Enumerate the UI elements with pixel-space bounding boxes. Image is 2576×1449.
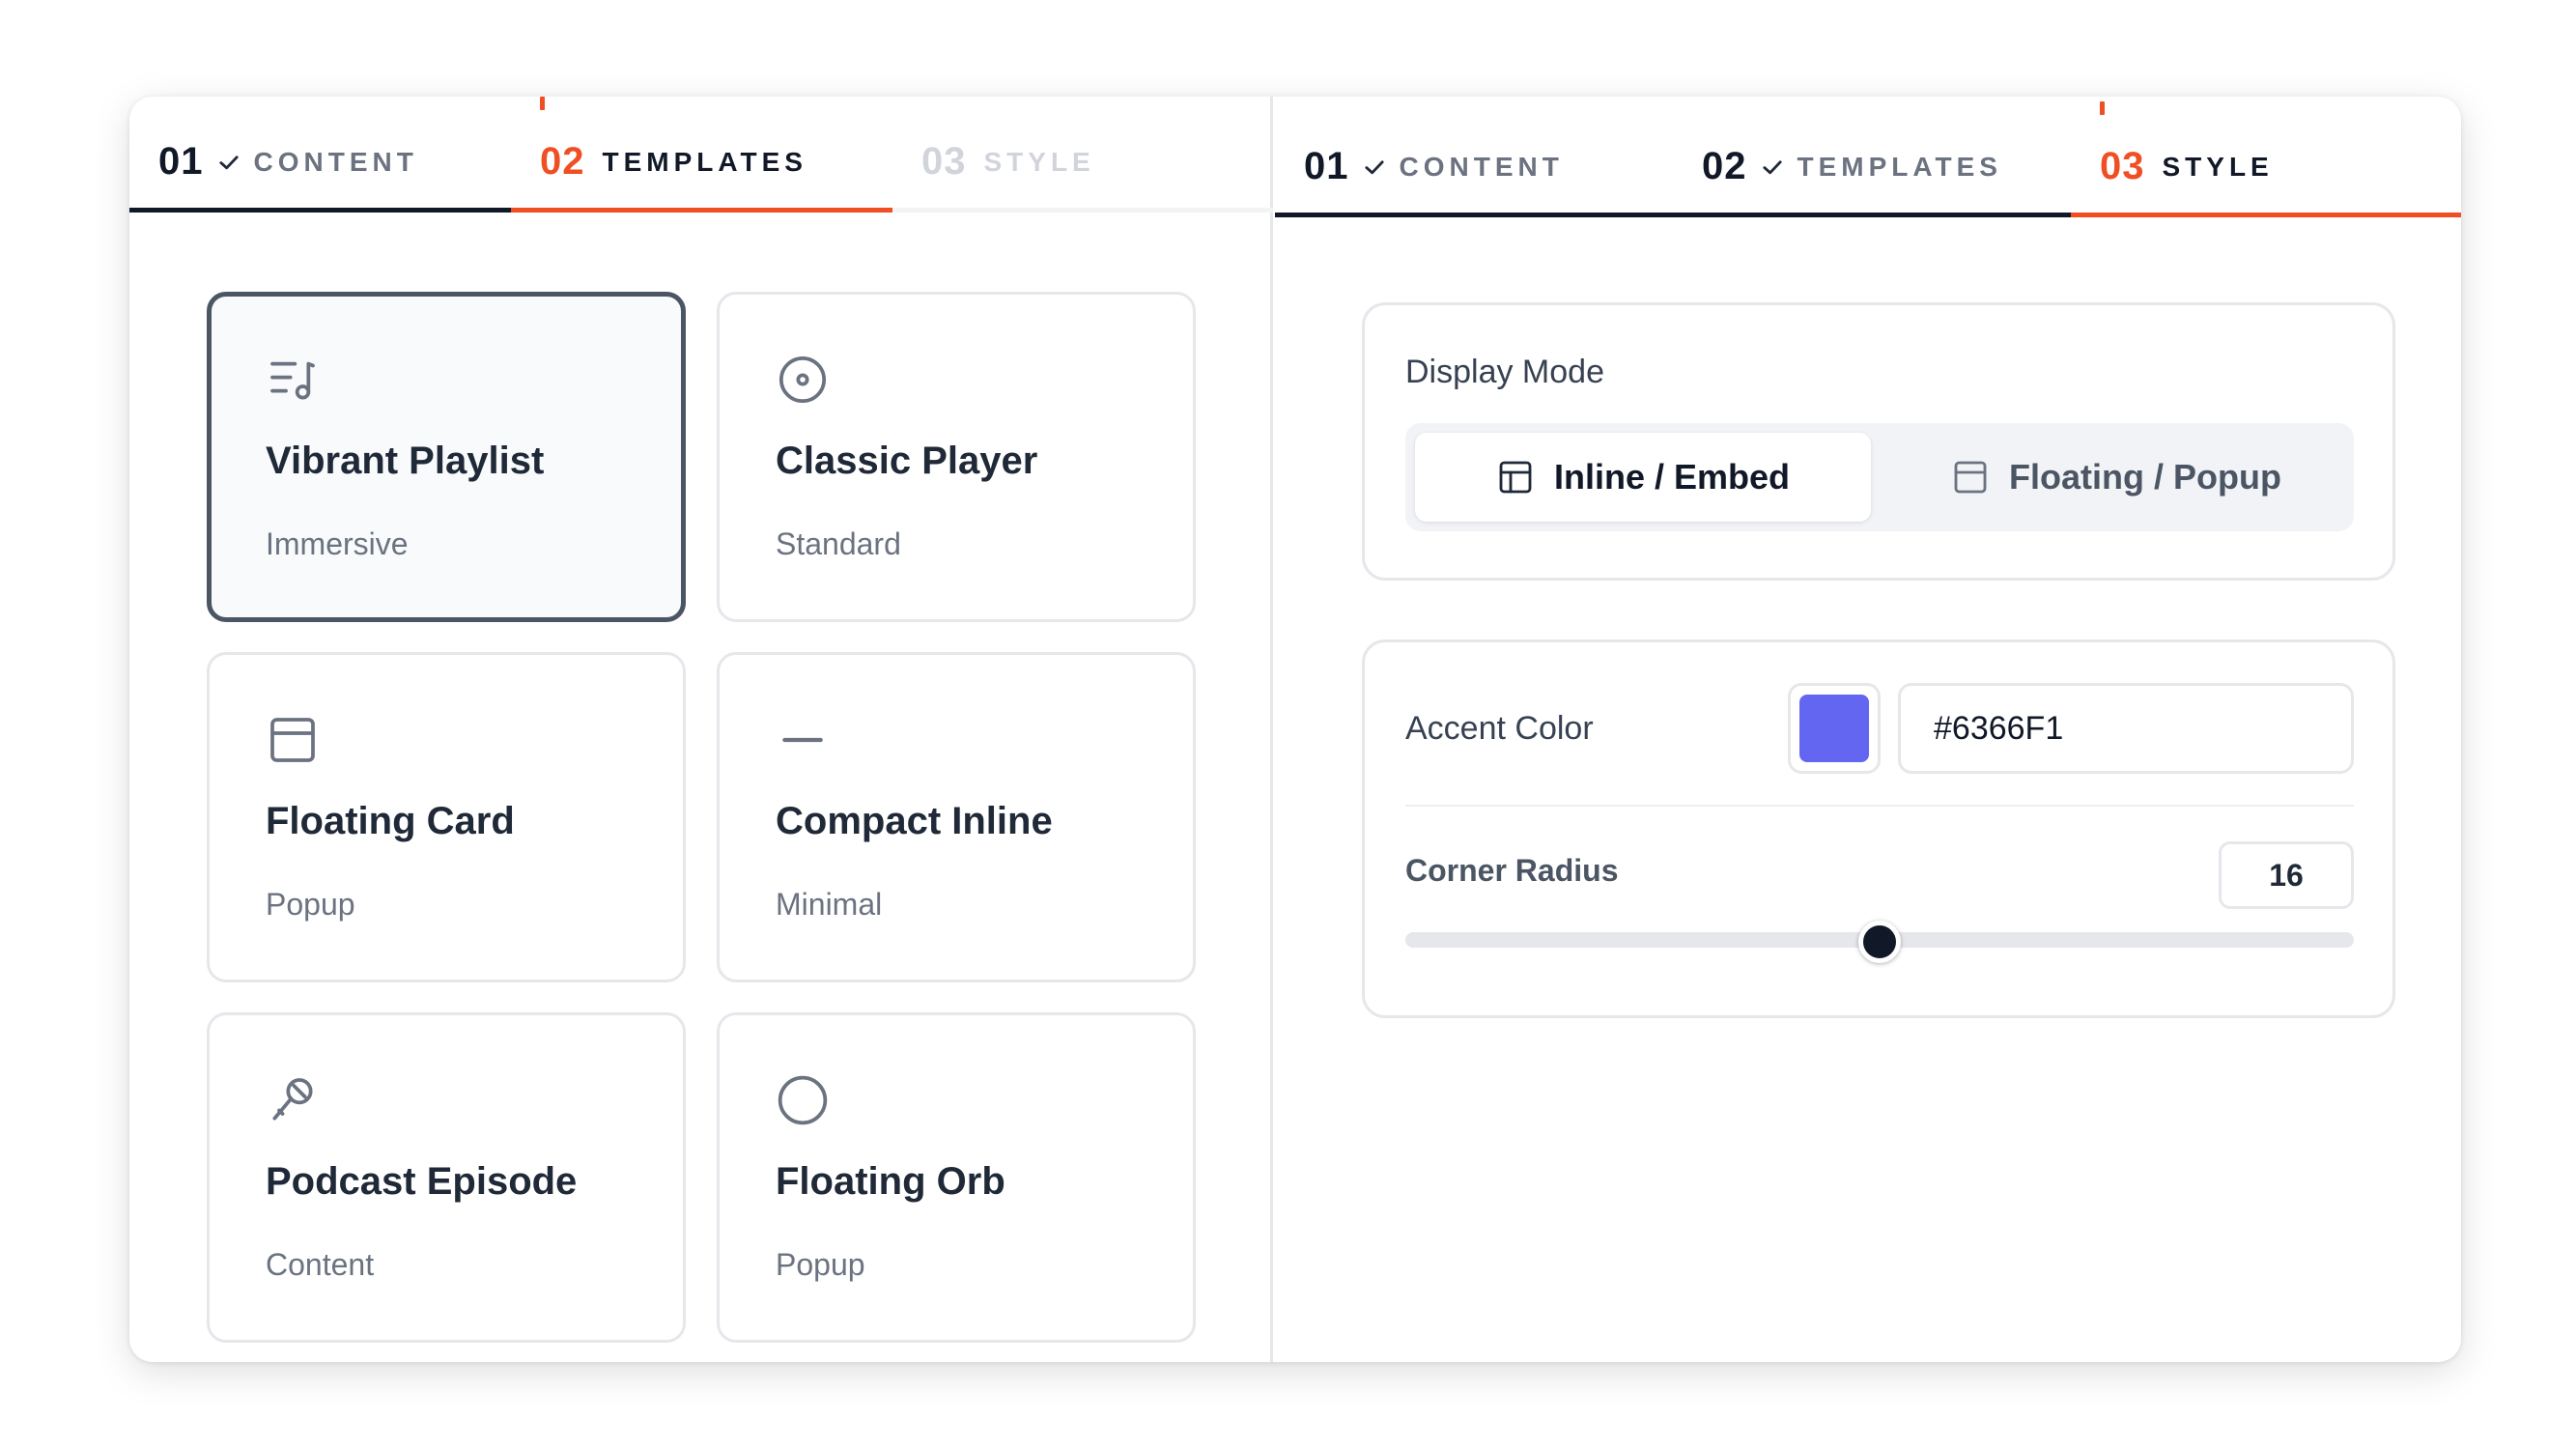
minus-line-icon <box>782 737 823 743</box>
step-label: CONTENT <box>253 146 418 177</box>
check-icon <box>218 155 239 169</box>
corner-radius-value[interactable]: 16 <box>2219 841 2354 909</box>
accent-hex-input[interactable] <box>1898 683 2354 774</box>
step-number: 03 <box>921 140 967 183</box>
step-number: 02 <box>1702 145 1747 187</box>
template-card-podcast-episode[interactable]: Podcast Episode Content <box>207 1012 686 1343</box>
microphone-icon <box>272 1078 313 1121</box>
check-icon <box>1762 159 1782 174</box>
step-templates-tab[interactable]: 02 TEMPLATES <box>1673 121 2071 217</box>
accent-color-label: Accent Color <box>1405 710 1594 747</box>
step-label: STYLE <box>2162 151 2274 182</box>
step-tabs: 01 CONTENT 02 TEMPLATES 03 STYLE <box>129 97 1273 213</box>
corner-radius-slider-thumb[interactable] <box>1858 921 1901 963</box>
option-label: Floating / Popup <box>2009 457 2281 497</box>
display-mode-section: Display Mode Inline / Embed Floating / P… <box>1362 302 2395 581</box>
style-settings-section: Accent Color Corner Radius 16 <box>1362 639 2395 1018</box>
display-mode-toggle: Inline / Embed Floating / Popup <box>1405 423 2354 531</box>
step-label: CONTENT <box>1399 151 1564 182</box>
corner-radius-label: Corner Radius <box>1405 853 1619 888</box>
template-title: Floating Card <box>266 800 515 842</box>
template-subtitle: Standard <box>776 526 901 561</box>
template-card-compact-inline[interactable]: Compact Inline Minimal <box>717 652 1196 982</box>
template-card-floating-card[interactable]: Floating Card Popup <box>207 652 686 982</box>
template-subtitle: Popup <box>266 887 355 922</box>
template-subtitle: Content <box>266 1247 375 1282</box>
template-card-floating-orb[interactable]: Floating Orb Popup <box>717 1012 1196 1343</box>
step-number: 02 <box>540 140 585 183</box>
floating-popup-option[interactable]: Floating / Popup <box>1888 433 2344 522</box>
window-icon <box>1954 461 1987 494</box>
template-subtitle: Immersive <box>266 526 409 561</box>
template-title: Compact Inline <box>776 800 1053 842</box>
template-subtitle: Minimal <box>776 887 883 922</box>
step-label: STYLE <box>983 146 1095 177</box>
check-icon <box>1364 159 1384 174</box>
step-tabs: 01 CONTENT 02 TEMPLATES 03 STYLE <box>1275 101 2461 217</box>
playlist-music-icon <box>270 361 315 400</box>
disc-icon <box>778 355 827 404</box>
step-label: TEMPLATES <box>1797 151 2002 182</box>
circle-icon <box>778 1075 828 1125</box>
template-title: Floating Orb <box>776 1160 1005 1203</box>
app-window: 01 CONTENT 02 TEMPLATES 03 STYLE Vibrant… <box>129 97 2461 1362</box>
style-panel: 01 CONTENT 02 TEMPLATES 03 STYLE Display… <box>1275 97 2461 1362</box>
accent-color-swatch[interactable] <box>1788 683 1881 774</box>
layout-panel-icon <box>1499 461 1532 494</box>
inline-embed-option[interactable]: Inline / Embed <box>1415 433 1871 522</box>
swatch-color-fill <box>1799 695 1869 762</box>
section-divider <box>1405 805 2354 807</box>
display-mode-label: Display Mode <box>1405 354 1604 390</box>
template-title: Vibrant Playlist <box>266 440 545 482</box>
template-card-vibrant-playlist[interactable]: Vibrant Playlist Immersive <box>207 292 686 622</box>
step-templates-tab[interactable]: 02 TEMPLATES <box>511 97 892 213</box>
step-content-tab[interactable]: 01 CONTENT <box>1275 121 1673 217</box>
option-label: Inline / Embed <box>1553 457 1791 497</box>
window-card-icon <box>270 718 315 762</box>
step-style-tab[interactable]: 03 STYLE <box>892 116 1273 213</box>
step-style-tab[interactable]: 03 STYLE <box>2071 101 2461 217</box>
template-title: Classic Player <box>776 440 1038 482</box>
step-number: 01 <box>158 140 204 183</box>
step-content-tab[interactable]: 01 CONTENT <box>129 116 511 213</box>
step-label: TEMPLATES <box>602 146 807 177</box>
step-number: 01 <box>1304 145 1349 187</box>
template-card-classic-player[interactable]: Classic Player Standard <box>717 292 1196 622</box>
template-title: Podcast Episode <box>266 1160 578 1203</box>
template-subtitle: Popup <box>776 1247 865 1282</box>
step-number: 03 <box>2100 145 2145 187</box>
templates-panel: 01 CONTENT 02 TEMPLATES 03 STYLE Vibrant… <box>129 97 1273 1362</box>
